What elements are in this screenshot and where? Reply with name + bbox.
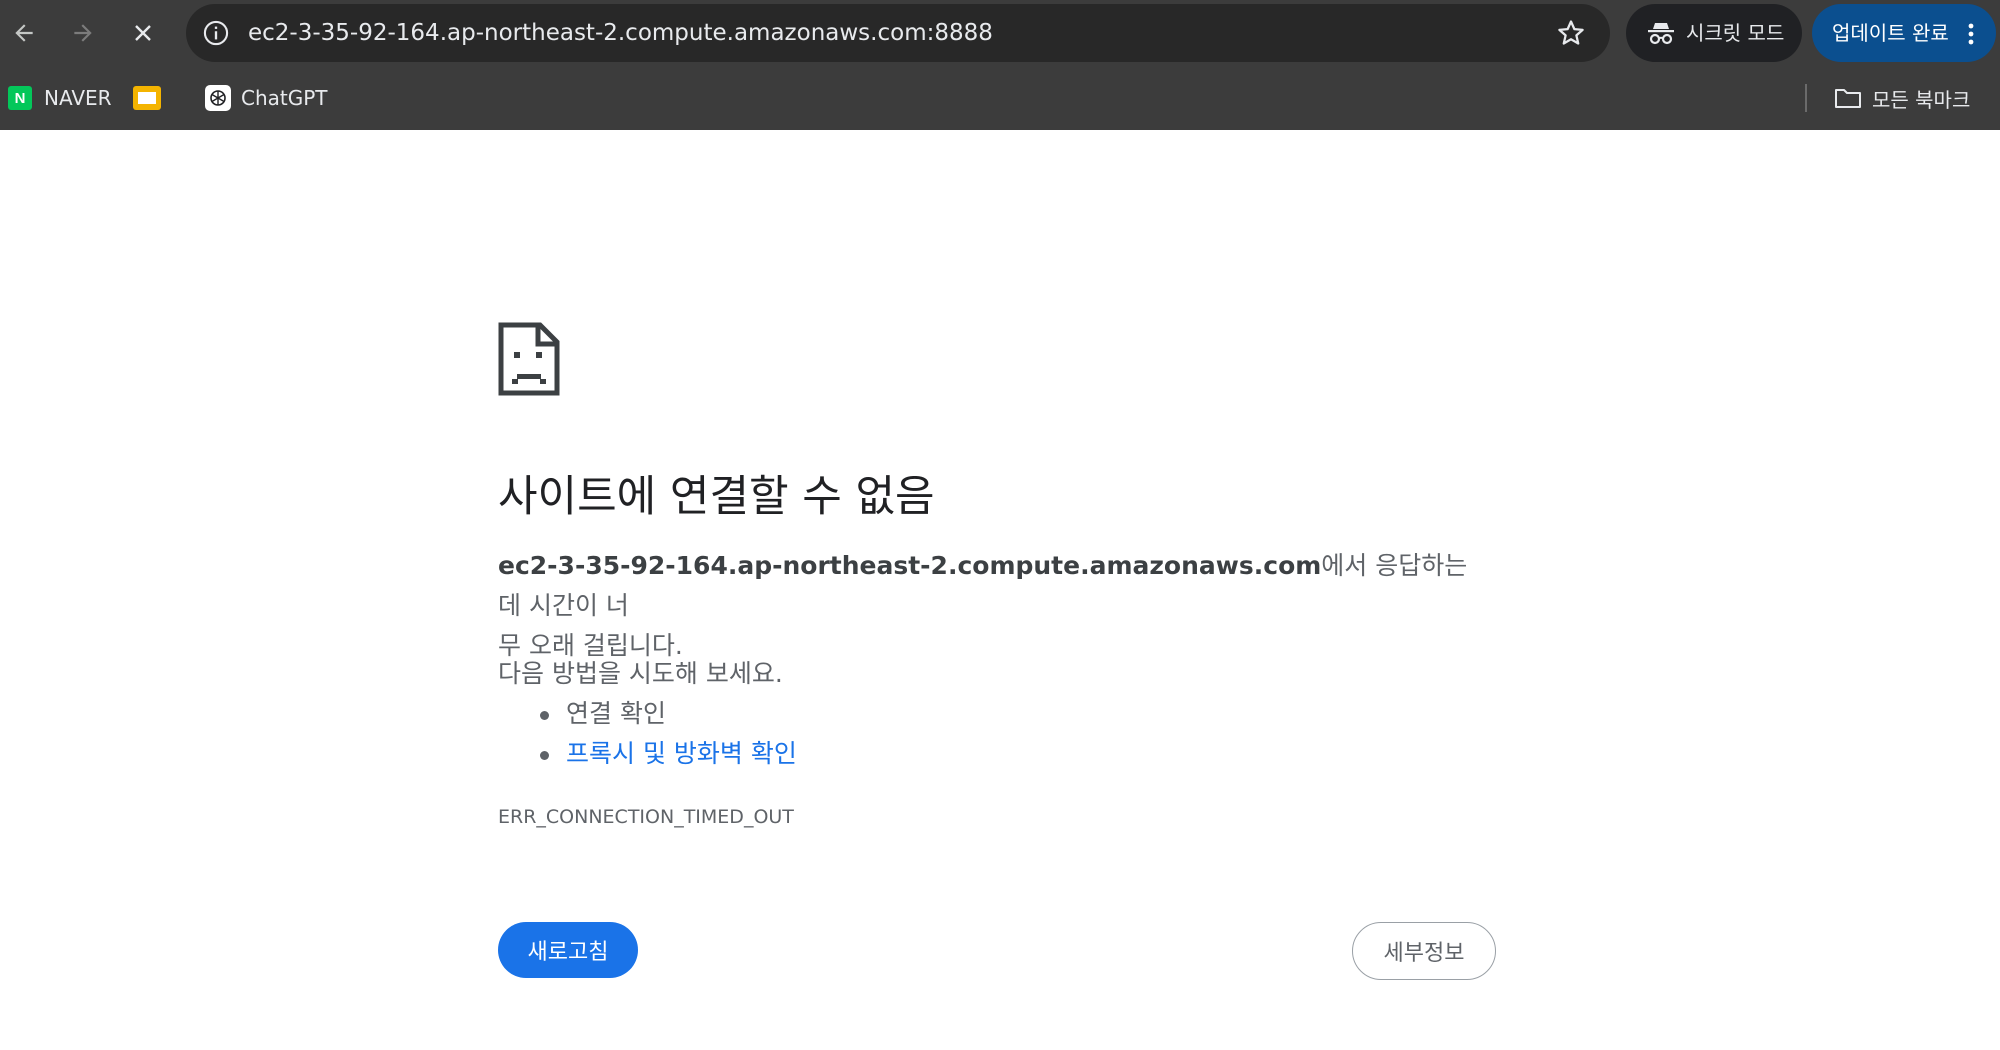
sad-document-icon xyxy=(498,322,560,396)
back-arrow-icon xyxy=(15,24,33,42)
incognito-icon xyxy=(1648,23,1674,45)
bullet-icon xyxy=(540,751,549,760)
suggestion-item: 프록시 및 방화벽 확인 xyxy=(498,734,797,774)
details-button[interactable]: 세부정보 xyxy=(1352,922,1496,980)
back-button[interactable] xyxy=(4,13,44,53)
url-text[interactable]: ec2-3-35-92-164.ap-northeast-2.compute.a… xyxy=(248,4,993,62)
folder-icon xyxy=(1835,89,1861,108)
site-info-icon[interactable] xyxy=(202,19,230,47)
incognito-label: 시크릿 모드 xyxy=(1686,21,1785,45)
forward-arrow-icon xyxy=(74,24,92,42)
incognito-indicator[interactable]: 시크릿 모드 xyxy=(1626,4,1802,62)
update-label: 업데이트 완료 xyxy=(1832,21,1949,45)
error-host: ec2-3-35-92-164.ap-northeast-2.compute.a… xyxy=(498,551,1322,580)
suggestion-item: 연결 확인 xyxy=(498,694,797,734)
error-code: ERR_CONNECTION_TIMED_OUT xyxy=(498,806,794,828)
update-button[interactable]: 업데이트 완료 xyxy=(1812,4,1996,62)
naver-icon: N xyxy=(8,86,32,110)
bookmark-star-icon[interactable] xyxy=(1556,18,1586,48)
close-icon xyxy=(135,25,151,41)
bookmark-label: ChatGPT xyxy=(241,86,328,110)
browser-toolbar: ec2-3-35-92-164.ap-northeast-2.compute.a… xyxy=(0,0,2000,66)
address-bar[interactable]: ec2-3-35-92-164.ap-northeast-2.compute.a… xyxy=(186,4,1610,62)
bookmarks-bar: N NAVER ChatGPT 모든 북마크 xyxy=(0,66,2000,130)
error-heading: 사이트에 연결할 수 없음 xyxy=(498,472,935,522)
stop-loading-button[interactable] xyxy=(123,13,163,53)
bookmark-naver[interactable]: N NAVER xyxy=(8,66,112,130)
forward-button[interactable] xyxy=(63,13,103,53)
all-bookmarks-label: 모든 북마크 xyxy=(1872,87,1971,112)
bullet-icon xyxy=(540,711,549,720)
suggestions-title: 다음 방법을 시도해 보세요. xyxy=(498,659,783,688)
all-bookmarks-button[interactable]: 모든 북마크 xyxy=(1834,66,1970,130)
bookmark-chatgpt[interactable]: ChatGPT xyxy=(205,66,328,130)
bookmarks-separator xyxy=(1805,84,1807,112)
more-options-icon[interactable] xyxy=(1968,23,1974,45)
suggestion-check-connection: 연결 확인 xyxy=(566,699,666,728)
reload-button[interactable]: 새로고침 xyxy=(498,922,638,978)
slides-icon xyxy=(133,86,161,110)
suggestions-list: 연결 확인 프록시 및 방화벽 확인 xyxy=(498,694,797,774)
bookmark-label: NAVER xyxy=(44,86,112,110)
bookmark-slides[interactable] xyxy=(133,66,161,130)
chatgpt-icon xyxy=(205,85,231,111)
suggestion-check-proxy-firewall-link[interactable]: 프록시 및 방화벽 확인 xyxy=(566,739,797,768)
error-summary: ec2-3-35-92-164.ap-northeast-2.compute.a… xyxy=(498,546,1498,666)
